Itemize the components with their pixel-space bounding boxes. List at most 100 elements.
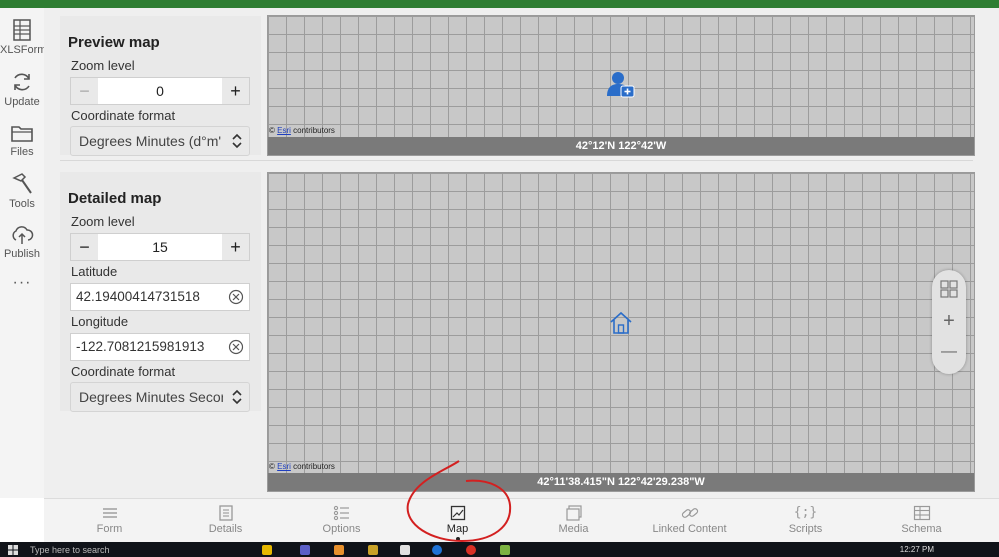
tab-map[interactable]: Map: [400, 499, 515, 543]
zoom-level-label: Zoom level: [71, 58, 135, 73]
tab-label: Options: [322, 523, 361, 535]
file-explorer-icon[interactable]: [262, 545, 272, 555]
preview-map-panel: Preview map Zoom level − 0 + Coordinate …: [60, 16, 261, 156]
link-icon: [681, 508, 698, 518]
taskbar-search[interactable]: Type here to search: [30, 545, 110, 555]
active-tab-indicator: [455, 537, 460, 541]
latitude-input[interactable]: 42.19400414731518: [70, 283, 250, 311]
tab-label: Map: [446, 523, 469, 535]
coordinate-format-label: Coordinate format: [71, 364, 176, 379]
map-attribution: © Esri contributors: [269, 462, 335, 471]
sidebar-item-files[interactable]: Files: [0, 122, 44, 158]
tab-scripts[interactable]: {;} Scripts: [748, 499, 863, 543]
tab-schema[interactable]: Schema: [864, 499, 979, 543]
clear-icon[interactable]: [228, 289, 244, 305]
detailed-map-panel: Detailed map Zoom level − 15 + Latitude …: [60, 172, 261, 412]
os-taskbar: Type here to search 12:27 PM: [0, 542, 999, 557]
esri-link[interactable]: Esri: [277, 462, 291, 471]
zoom-decrement-button[interactable]: −: [71, 234, 98, 260]
windows-start-icon[interactable]: [8, 545, 18, 555]
latitude-label: Latitude: [71, 264, 118, 279]
esri-link[interactable]: Esri: [277, 126, 291, 135]
preview-map-title: Preview map: [68, 34, 160, 51]
more-icon: ···: [12, 274, 32, 291]
zoom-increment-button[interactable]: +: [222, 234, 249, 260]
taskbar-app-icon[interactable]: [334, 545, 344, 555]
preview-coordinate-format-select[interactable]: Degrees Minutes (d°m': [70, 126, 250, 156]
more-menu-button[interactable]: ···: [0, 274, 44, 292]
details-icon: [218, 505, 233, 521]
detailed-zoom-stepper: − 15 +: [70, 233, 250, 261]
teams-icon[interactable]: [300, 545, 310, 555]
map-icon: [450, 505, 465, 521]
main-content: Preview map Zoom level − 0 + Coordinate …: [44, 8, 999, 498]
chrome-icon[interactable]: [466, 545, 476, 555]
detailed-coordinate-format-select[interactable]: Degrees Minutes Secor: [70, 382, 250, 412]
left-sidebar: XLSForm Update Files Tools Publish ···: [0, 8, 47, 498]
taskbar-app-icon[interactable]: [368, 545, 378, 555]
tab-media[interactable]: Media: [516, 499, 631, 543]
detailed-coordinate-readout: 42°11'38.415"N 122°42'29.238"W: [268, 473, 974, 491]
preview-coordinate-readout: 42°12'N 122°42'W: [268, 137, 974, 155]
cloud-upload-icon: [12, 226, 34, 244]
bottom-tab-bar: Form Details Options Map Media Linked Co…: [44, 498, 999, 543]
tab-label: Scripts: [788, 523, 823, 535]
options-icon: [333, 505, 349, 521]
preview-coordinate-format-value: Degrees Minutes (d°m': [79, 133, 222, 149]
sidebar-item-update[interactable]: Update: [0, 70, 44, 108]
sidebar-item-xlsform[interactable]: XLSForm: [0, 18, 47, 56]
preview-map[interactable]: © Esri contributors 42°12'N 122°42'W: [267, 15, 975, 156]
map-zoom-controls: + —: [932, 270, 966, 374]
sidebar-item-publish[interactable]: Publish: [0, 222, 44, 260]
sidebar-item-label: Files: [10, 146, 34, 158]
refresh-icon: [14, 73, 30, 91]
map-zoom-out-button[interactable]: —: [932, 343, 966, 361]
longitude-label: Longitude: [71, 314, 129, 329]
latitude-value: 42.19400414731518: [76, 289, 200, 304]
home-icon: [610, 311, 632, 334]
sidebar-item-tools[interactable]: Tools: [0, 172, 44, 210]
sidebar-item-label: Publish: [3, 248, 41, 260]
sidebar-item-label: Tools: [9, 198, 35, 210]
tab-form[interactable]: Form: [52, 499, 167, 543]
taskbar-app-icon[interactable]: [500, 545, 510, 555]
tab-details[interactable]: Details: [168, 499, 283, 543]
map-attribution: © Esri contributors: [269, 126, 335, 135]
attribution-text: contributors: [290, 126, 335, 135]
tab-label: Form: [96, 523, 123, 535]
schema-icon: [913, 505, 930, 521]
coordinate-format-label: Coordinate format: [71, 108, 176, 123]
preview-zoom-value[interactable]: 0: [99, 78, 221, 104]
section-divider: [60, 160, 973, 161]
taskbar-clock: 12:27 PM: [899, 545, 934, 554]
sidebar-item-label: XLSForm: [0, 44, 47, 56]
tab-label: Media: [558, 523, 589, 535]
folder-icon: [11, 126, 33, 142]
tab-label: Linked Content: [652, 523, 727, 535]
tab-linked-content[interactable]: Linked Content: [632, 499, 747, 543]
zoom-decrement-button[interactable]: −: [71, 78, 98, 104]
detailed-map[interactable]: © Esri contributors 42°11'38.415"N 122°4…: [267, 172, 975, 492]
taskbar-app-icon[interactable]: [432, 545, 442, 555]
map-zoom-in-button[interactable]: +: [932, 310, 966, 333]
taskbar-app-icon[interactable]: [400, 545, 410, 555]
zoom-level-label: Zoom level: [71, 214, 135, 229]
detailed-zoom-value[interactable]: 15: [99, 234, 221, 260]
zoom-increment-button[interactable]: +: [222, 78, 249, 104]
longitude-input[interactable]: -122.7081215981913: [70, 333, 250, 361]
xlsform-icon: [13, 19, 31, 41]
title-bar: [0, 0, 999, 8]
media-icon: [565, 505, 582, 521]
basemap-grid-icon[interactable]: [940, 280, 958, 298]
attribution-text: contributors: [290, 462, 335, 471]
form-icon: [102, 508, 117, 518]
tab-options[interactable]: Options: [284, 499, 399, 543]
longitude-value: -122.7081215981913: [76, 339, 205, 354]
tab-label: Details: [208, 523, 243, 535]
tab-label: Schema: [901, 523, 942, 535]
chevron-up-down-icon: [232, 389, 242, 405]
clear-icon[interactable]: [228, 339, 244, 355]
sidebar-item-label: Update: [4, 96, 40, 108]
preview-zoom-stepper: − 0 +: [70, 77, 250, 105]
hammer-icon: [12, 173, 32, 194]
